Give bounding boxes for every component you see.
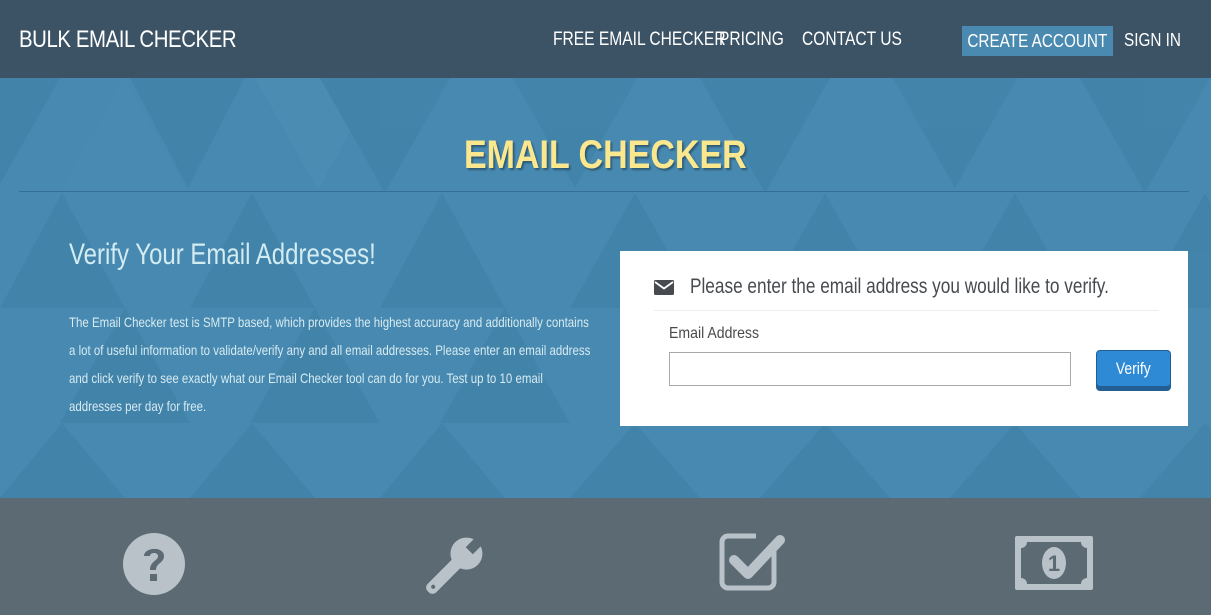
checkbox-checked-icon	[719, 532, 785, 591]
email-address-label: Email Address	[669, 325, 759, 342]
create-account-label: CREATE ACCOUNT	[967, 30, 1108, 51]
svg-text:1: 1	[1048, 551, 1060, 576]
nav-contact-us[interactable]: CONTACT US	[802, 29, 902, 51]
brand-logo[interactable]: BULK EMAIL CHECKER	[19, 26, 237, 54]
sign-in-link[interactable]: SIGN IN	[1124, 30, 1181, 51]
nav-pricing[interactable]: PRICING	[719, 29, 784, 51]
description-text: The Email Checker test is SMTP based, wh…	[69, 314, 591, 414]
nav-free-email-checker[interactable]: FREE EMAIL CHECKER	[553, 29, 726, 51]
hero-section: EMAIL CHECKER Verify Your Email Addresse…	[0, 78, 1211, 498]
page-title-text: EMAIL CHECKER	[464, 133, 747, 177]
features-section: 1	[0, 498, 1211, 615]
top-navbar: BULK EMAIL CHECKER FREE EMAIL CHECKER PR…	[0, 0, 1211, 78]
form-heading-text: Please enter the email address you would…	[690, 275, 1109, 298]
verify-form-card: Please enter the email address you would…	[620, 251, 1188, 426]
envelope-icon	[654, 279, 674, 295]
create-account-button[interactable]: CREATE ACCOUNT	[962, 26, 1113, 56]
email-address-input[interactable]	[669, 352, 1071, 386]
page-title: EMAIL CHECKER	[0, 133, 1211, 178]
wrench-icon	[426, 537, 483, 594]
form-heading-divider	[654, 310, 1159, 311]
title-divider	[19, 191, 1189, 192]
section-subtitle: Verify Your Email Addresses!	[69, 238, 376, 271]
form-heading: Please enter the email address you would…	[654, 275, 1201, 299]
money-bill-icon: 1	[1015, 536, 1093, 590]
question-circle-icon	[123, 533, 185, 595]
verify-button[interactable]: Verify	[1096, 350, 1171, 387]
verify-button-label: Verify	[1116, 358, 1151, 378]
